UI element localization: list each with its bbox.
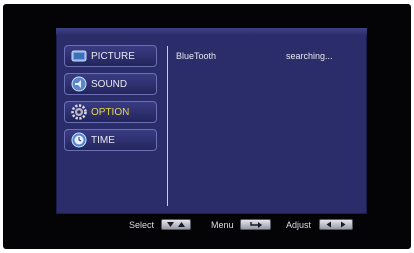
- tab-picture-label: PICTURE: [91, 50, 135, 62]
- menu-divider: [167, 46, 168, 206]
- tab-picture[interactable]: PICTURE: [64, 45, 157, 67]
- bluetooth-label: BlueTooth: [176, 51, 217, 61]
- tab-sound[interactable]: SOUND: [64, 73, 157, 95]
- menu-top-bar: [56, 28, 367, 35]
- gear-icon: [71, 104, 87, 120]
- tab-time-label: TIME: [91, 134, 115, 146]
- clock-icon: [71, 132, 87, 148]
- return-key-icon: [240, 219, 271, 230]
- left-right-key-icon: [319, 219, 353, 230]
- select-key-icon: [161, 219, 191, 230]
- adjust-hint-label: Adjust: [286, 220, 312, 230]
- tab-sound-label: SOUND: [91, 78, 128, 90]
- sound-icon: [71, 76, 87, 92]
- picture-icon: [71, 48, 87, 64]
- select-hint-label: Select: [129, 220, 155, 230]
- tab-time[interactable]: TIME: [64, 129, 157, 151]
- tab-option[interactable]: OPTION: [64, 101, 157, 123]
- tv-screen: PICTURE SOUND OPTION TIME BlueTooth sear…: [3, 4, 411, 249]
- menu-hint-label: Menu: [211, 220, 234, 230]
- key-hint-bar: Select Menu Adjust: [123, 216, 363, 234]
- osd-menu-panel: PICTURE SOUND OPTION TIME BlueTooth sear…: [56, 28, 367, 214]
- tab-option-label: OPTION: [91, 106, 130, 118]
- bluetooth-status: searching...: [286, 51, 333, 61]
